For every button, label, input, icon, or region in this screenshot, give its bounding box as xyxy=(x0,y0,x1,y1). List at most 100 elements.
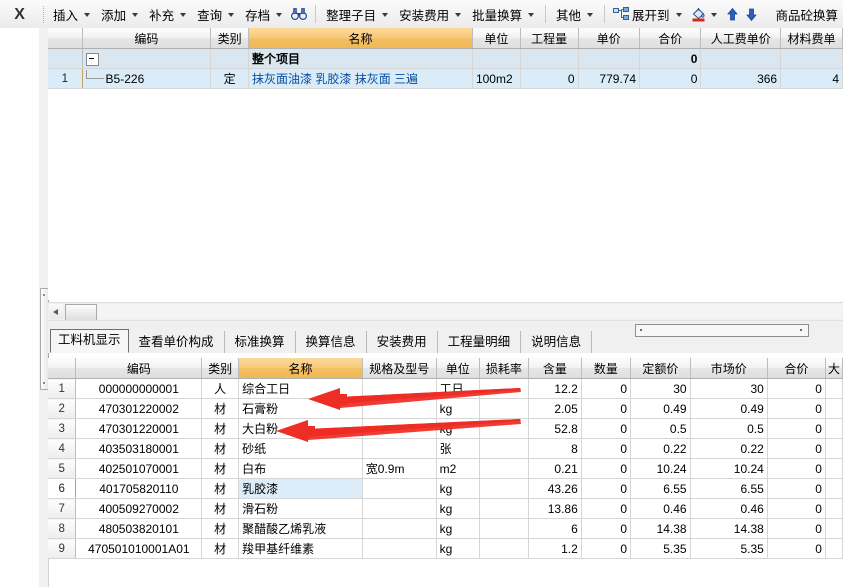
cell-name[interactable]: 聚醋酸乙烯乳液 xyxy=(238,518,363,539)
cell-name[interactable]: 羧甲基纤维素 xyxy=(238,538,363,559)
toolbar-item-fill-color[interactable] xyxy=(688,3,723,25)
cell-total[interactable]: 0 xyxy=(767,498,826,519)
cell-name[interactable]: 石膏粉 xyxy=(238,398,363,419)
cell-fixed[interactable]: 0.49 xyxy=(630,398,691,419)
cell-fixed[interactable]: 6.55 xyxy=(630,478,691,499)
cell-code[interactable]: 000000000001 xyxy=(75,378,203,399)
cell-content[interactable]: 52.8 xyxy=(528,418,582,439)
cell-unit[interactable]: 工日 xyxy=(436,378,480,399)
cell-fixed[interactable]: 14.38 xyxy=(630,518,691,539)
cell-unit[interactable]: kg xyxy=(436,518,480,539)
cell-qty[interactable]: 0 xyxy=(581,418,632,439)
table-row[interactable]: 2 470301220002 材石膏粉 kg 2.05 0 0.49 0.49 0 xyxy=(48,398,843,419)
cell-loss[interactable] xyxy=(479,438,529,459)
cell-cat[interactable]: 材 xyxy=(201,458,240,479)
top-column-header-rn[interactable] xyxy=(48,28,83,49)
cell-market[interactable]: 14.38 xyxy=(690,518,768,539)
cell-more[interactable] xyxy=(825,498,843,519)
cell-market[interactable]: 6.55 xyxy=(690,478,768,499)
cell-name[interactable]: 综合工日 xyxy=(238,378,363,399)
cell-total[interactable]: 0 xyxy=(767,438,826,459)
cell-cat[interactable]: 材 xyxy=(201,538,240,559)
cell-content[interactable]: 12.2 xyxy=(528,378,582,399)
tab-quantity-details[interactable]: 工程量明细 xyxy=(437,331,522,353)
toolbar-item-batch-conversion[interactable]: 批量换算 xyxy=(467,3,540,25)
toolbar-item-move-down[interactable] xyxy=(742,3,761,25)
toolbar-item-insert[interactable]: 插入 xyxy=(48,3,96,25)
chevron-down-icon[interactable] xyxy=(180,13,187,17)
cell-spec[interactable] xyxy=(362,378,437,399)
bottom-column-header-cat[interactable]: 类别 xyxy=(201,358,240,379)
cell-loss[interactable] xyxy=(479,398,529,419)
toolbar-item-organize-subitems[interactable]: 整理子目 xyxy=(321,3,394,25)
cell-more[interactable] xyxy=(825,458,843,479)
cell-market[interactable]: 0.46 xyxy=(690,498,768,519)
cell-content[interactable]: 13.86 xyxy=(528,498,582,519)
cell-loss[interactable] xyxy=(479,498,529,519)
cell-spec[interactable]: 宽0.9m xyxy=(362,458,437,479)
cell-loss[interactable] xyxy=(479,538,529,559)
cell-content[interactable]: 0.21 xyxy=(528,458,582,479)
cell-code[interactable]: 400509270002 xyxy=(75,498,203,519)
cell-market[interactable]: 5.35 xyxy=(690,538,768,559)
bottom-column-header-content[interactable]: 含量 xyxy=(528,358,582,379)
top-column-header-qty[interactable]: 工程量 xyxy=(520,28,579,49)
cell-qty[interactable]: 0 xyxy=(581,458,632,479)
tab-standard-conversion[interactable]: 标准换算 xyxy=(224,331,296,353)
table-row[interactable]: 6 401705820110 材乳胶漆 kg 43.26 0 6.55 6.55 0 xyxy=(48,478,843,499)
top-grid-horizontal-scrollbar[interactable] xyxy=(48,302,843,321)
bottom-column-header-code[interactable]: 编码 xyxy=(75,358,203,379)
cell-code[interactable]: 403503180001 xyxy=(75,438,203,459)
cell-content[interactable]: 43.26 xyxy=(528,478,582,499)
chevron-down-icon[interactable] xyxy=(382,13,389,17)
cell-name[interactable]: 乳胶漆 xyxy=(238,478,363,499)
cell-fixed[interactable]: 0.22 xyxy=(630,438,691,459)
cell-name[interactable]: 白布 xyxy=(238,458,363,479)
cell-qty[interactable]: 0 xyxy=(581,518,632,539)
cell-content[interactable]: 8 xyxy=(528,438,582,459)
bottom-column-header-loss[interactable]: 损耗率 xyxy=(479,358,529,379)
chevron-down-icon[interactable] xyxy=(675,13,682,17)
cell-market[interactable]: 30 xyxy=(690,378,768,399)
cell-cat[interactable]: 材 xyxy=(201,418,240,439)
cell-cat[interactable]: 材 xyxy=(201,438,240,459)
cell-unit[interactable]: m2 xyxy=(436,458,480,479)
cell-total[interactable]: 0 xyxy=(767,538,826,559)
row-name[interactable]: 抹灰面油漆 乳胶漆 抹灰面 三遍 xyxy=(248,68,473,89)
collapse-icon[interactable] xyxy=(85,52,99,66)
bottom-column-header-spec[interactable]: 规格及型号 xyxy=(362,358,437,379)
table-row[interactable]: 3 470301220001 材大白粉 kg 52.8 0 0.5 0.5 0 xyxy=(48,418,843,439)
cell-unit[interactable]: kg xyxy=(436,398,480,419)
group-row-expander-cell[interactable] xyxy=(82,48,212,69)
cell-fixed[interactable]: 30 xyxy=(630,378,691,399)
table-row[interactable]: 5 402501070001 材白布 宽0.9m m2 0.21 0 10.24 10.24 0 xyxy=(48,458,843,479)
cell-unit[interactable]: kg xyxy=(436,538,480,559)
cell-more[interactable] xyxy=(825,538,843,559)
cell-code[interactable]: 470301220001 xyxy=(75,418,203,439)
table-row[interactable]: 7 400509270002 材滑石粉 kg 13.86 0 0.46 0.46 0 xyxy=(48,498,843,519)
toolbar-item-supplement[interactable]: 补充 xyxy=(144,3,192,25)
bottom-column-header-more[interactable]: 大 xyxy=(825,358,843,379)
cell-content[interactable]: 1.2 xyxy=(528,538,582,559)
cell-spec[interactable] xyxy=(362,538,437,559)
cell-code[interactable]: 470301220002 xyxy=(75,398,203,419)
cell-more[interactable] xyxy=(825,478,843,499)
cell-more[interactable] xyxy=(825,438,843,459)
cell-fixed[interactable]: 5.35 xyxy=(630,538,691,559)
bottom-column-header-name[interactable]: 名称 xyxy=(238,358,363,379)
cell-qty[interactable]: 0 xyxy=(581,498,632,519)
cell-fixed[interactable]: 0.46 xyxy=(630,498,691,519)
cell-cat[interactable]: 材 xyxy=(201,498,240,519)
top-column-header-unit[interactable]: 单位 xyxy=(472,28,521,49)
cell-qty[interactable]: 0 xyxy=(581,438,632,459)
close-button[interactable]: X xyxy=(0,1,39,28)
cell-cat[interactable]: 材 xyxy=(201,478,240,499)
cell-unit[interactable]: 张 xyxy=(436,438,480,459)
bottom-column-header-rn[interactable] xyxy=(48,358,77,379)
cell-spec[interactable] xyxy=(362,418,437,439)
cell-unit[interactable]: kg xyxy=(436,498,480,519)
cell-market[interactable]: 0.22 xyxy=(690,438,768,459)
cell-code[interactable]: 401705820110 xyxy=(75,478,203,499)
row-code-cell[interactable]: B5-226 xyxy=(82,68,212,89)
chevron-down-icon[interactable] xyxy=(528,13,535,17)
